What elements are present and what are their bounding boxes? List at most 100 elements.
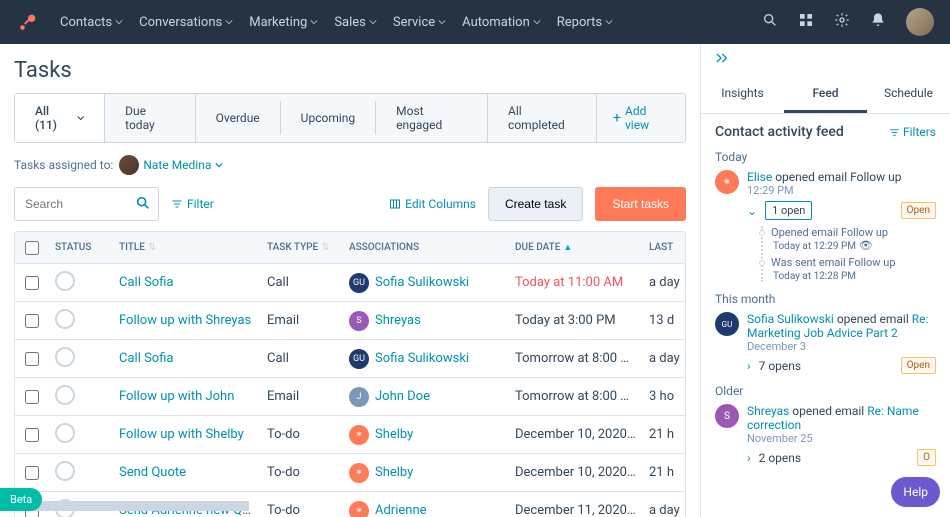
contact-avatar-icon: S: [715, 404, 739, 428]
association-link[interactable]: Sofia Sulikowski: [375, 275, 469, 290]
hubspot-logo-icon[interactable]: [16, 10, 40, 34]
task-type: Email: [261, 389, 343, 404]
last-activity: a day: [643, 351, 686, 366]
task-title-link[interactable]: Send Quote: [119, 465, 186, 480]
sprocket-avatar-icon: ✶: [715, 170, 739, 194]
task-title-link[interactable]: Follow up with Shreyas: [119, 313, 251, 328]
open-count: 7 opens: [759, 359, 802, 373]
search-icon[interactable]: [135, 195, 151, 215]
tasks-table: STATUS TITLE⇅ TASK TYPE⇅ ASSOCIATIONS DU…: [14, 231, 686, 517]
col-title[interactable]: TITLE⇅: [113, 242, 261, 253]
association-link[interactable]: Shelby: [375, 465, 413, 480]
task-type: Call: [261, 275, 343, 290]
nav-item-conversations[interactable]: Conversations: [133, 9, 239, 36]
status-circle[interactable]: [55, 309, 75, 329]
main-content: Tasks All (11) Due todayOverdueUpcomingM…: [0, 44, 700, 517]
help-button[interactable]: Help: [891, 477, 940, 507]
add-view-button[interactable]: + Add view: [597, 94, 685, 142]
association-link[interactable]: John Doe: [375, 389, 430, 404]
open-badge[interactable]: Open: [901, 202, 936, 219]
open-badge[interactable]: Open: [901, 357, 936, 374]
status-circle[interactable]: [55, 423, 75, 443]
open-count: 1 open: [765, 201, 812, 220]
expand-icon[interactable]: ⌄: [747, 204, 757, 218]
view-tab[interactable]: All completed: [488, 94, 597, 142]
status-circle[interactable]: [55, 271, 75, 291]
status-circle[interactable]: [55, 385, 75, 405]
assigned-person[interactable]: Nate Medina: [119, 155, 223, 175]
association-link[interactable]: Shelby: [375, 427, 413, 442]
edit-columns-button[interactable]: Edit Columns: [389, 197, 476, 211]
nav-item-sales[interactable]: Sales: [328, 9, 383, 36]
view-tab[interactable]: Most engaged: [376, 94, 488, 142]
task-type: To-do: [261, 427, 343, 442]
chevron-down-icon: [215, 161, 223, 169]
view-tab[interactable]: Upcoming: [281, 101, 376, 135]
assigned-to-row: Tasks assigned to: Nate Medina: [14, 155, 686, 175]
activity-item[interactable]: ✶ Elise opened email Follow up 12:29 PM …: [715, 170, 936, 282]
view-tabs: All (11) Due todayOverdueUpcomingMost en…: [14, 93, 686, 143]
create-task-button[interactable]: Create task: [488, 187, 583, 221]
notifications-icon[interactable]: [870, 12, 886, 32]
col-type[interactable]: TASK TYPE⇅: [261, 242, 343, 253]
assoc-avatar-icon: J: [349, 387, 369, 407]
last-activity: 21 h: [643, 427, 686, 442]
view-tab[interactable]: All (11): [15, 94, 105, 142]
col-due[interactable]: DUE DATE▲: [509, 242, 643, 253]
settings-icon[interactable]: [834, 12, 850, 32]
task-title-link[interactable]: Follow up with John: [119, 389, 234, 404]
nav-item-reports[interactable]: Reports: [551, 9, 619, 36]
table-row: Call SofiaCallGUSofia SulikowskiToday at…: [15, 264, 685, 302]
last-activity: 3 ho: [643, 389, 686, 404]
association-link[interactable]: Sofia Sulikowski: [375, 351, 469, 366]
row-checkbox[interactable]: [25, 466, 39, 480]
due-date: Today at 3:00 PM: [509, 313, 643, 328]
task-title-link[interactable]: Call Sofia: [119, 351, 174, 366]
task-title-link[interactable]: Follow up with Shelby: [119, 427, 244, 442]
activity-item[interactable]: GU Sofia Sulikowski opened email Re: Mar…: [715, 312, 936, 374]
open-badge[interactable]: O: [917, 449, 936, 466]
activity-item[interactable]: S Shreyas opened email Re: Name correcti…: [715, 404, 936, 466]
last-activity: 13 d: [643, 313, 686, 328]
panel-tab-insights[interactable]: Insights: [701, 76, 784, 113]
horizontal-scrollbar[interactable]: [14, 501, 686, 511]
view-tab[interactable]: Overdue: [196, 101, 281, 135]
col-status[interactable]: STATUS: [49, 242, 113, 253]
row-checkbox[interactable]: [25, 276, 39, 290]
user-avatar[interactable]: [906, 8, 934, 36]
expand-icon[interactable]: ›: [747, 451, 751, 465]
panel-tab-feed[interactable]: Feed: [784, 76, 867, 113]
view-tab[interactable]: Due today: [105, 94, 195, 142]
table-row: Follow up with JohnEmailJJohn DoeTomorro…: [15, 378, 685, 416]
row-checkbox[interactable]: [25, 428, 39, 442]
filter-button[interactable]: Filter: [171, 197, 214, 211]
start-tasks-button[interactable]: Start tasks: [595, 187, 686, 221]
col-assoc[interactable]: ASSOCIATIONS: [343, 242, 509, 253]
nav-item-automation[interactable]: Automation: [456, 9, 547, 36]
marketplace-icon[interactable]: [798, 12, 814, 32]
nav-item-marketing[interactable]: Marketing: [243, 9, 324, 36]
col-last[interactable]: LAST: [643, 242, 686, 253]
feed-filters-button[interactable]: Filters: [889, 125, 936, 139]
nav-item-contacts[interactable]: Contacts: [54, 9, 129, 36]
activity-time: 12:29 PM: [747, 184, 936, 197]
due-date: December 10, 2020 8:0…: [509, 427, 643, 442]
beta-badge[interactable]: Beta: [0, 488, 42, 511]
row-checkbox[interactable]: [25, 390, 39, 404]
row-checkbox[interactable]: [25, 352, 39, 366]
assoc-avatar-icon: GU: [349, 273, 369, 293]
status-circle[interactable]: [55, 347, 75, 367]
table-row: Call SofiaCallGUSofia SulikowskiTomorrow…: [15, 340, 685, 378]
nav-item-service[interactable]: Service: [387, 9, 452, 36]
panel-tab-schedule[interactable]: Schedule: [867, 76, 950, 113]
select-all-checkbox[interactable]: [25, 241, 39, 255]
association-link[interactable]: Shreyas: [375, 313, 421, 328]
assigned-label: Tasks assigned to:: [14, 158, 113, 172]
collapse-panel-button[interactable]: [701, 44, 950, 76]
status-circle[interactable]: [55, 461, 75, 481]
section-older: Older: [715, 384, 936, 398]
expand-icon[interactable]: ›: [747, 359, 751, 373]
row-checkbox[interactable]: [25, 314, 39, 328]
task-title-link[interactable]: Call Sofia: [119, 275, 174, 290]
search-icon[interactable]: [762, 12, 778, 32]
